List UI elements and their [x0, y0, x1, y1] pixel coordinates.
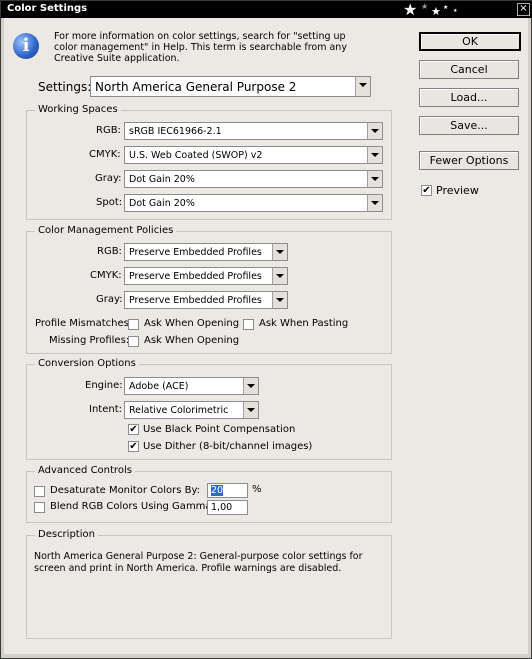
description-title: Description — [35, 529, 98, 540]
intent-value: Relative Colorimetric — [129, 405, 229, 416]
ws-rgb-select[interactable]: sRGB IEC61966-2.1 — [124, 122, 383, 140]
dither-label: Use Dither (8-bit/channel images) — [143, 441, 313, 452]
window-title: Color Settings — [7, 3, 88, 14]
cancel-button[interactable]: Cancel — [419, 60, 519, 79]
settings-value: North America General Purpose 2 — [95, 80, 297, 94]
fewer-options-button[interactable]: Fewer Options — [419, 151, 519, 170]
desaturate-checkbox[interactable] — [34, 486, 45, 497]
working-spaces-title: Working Spaces — [35, 104, 121, 115]
blend-input[interactable]: 1,00 — [207, 500, 248, 515]
color-settings-window: Color Settings ★ ★ ★ ★ ★ × i For more in… — [0, 0, 532, 659]
pol-gray-label: Gray: — [96, 294, 123, 305]
policies-title: Color Management Policies — [35, 225, 177, 236]
missing-ask-opening-label: Ask When Opening — [144, 335, 240, 346]
star-icon: ★ — [431, 5, 441, 18]
ws-cmyk-select[interactable]: U.S. Web Coated (SWOP) v2 — [124, 146, 383, 164]
settings-label: Settings: — [38, 80, 92, 94]
chevron-down-icon[interactable] — [243, 402, 258, 418]
pol-gray-value: Preserve Embedded Profiles — [129, 295, 262, 306]
description-text: North America General Purpose 2: General… — [34, 551, 363, 574]
star-icon: ★ — [453, 8, 458, 14]
ws-gray-label: Gray: — [95, 173, 122, 184]
chevron-down-icon[interactable] — [272, 268, 287, 284]
ask-opening-label: Ask When Opening — [144, 318, 240, 329]
ws-spot-value: Dot Gain 20% — [129, 198, 195, 209]
chevron-down-icon[interactable] — [355, 77, 370, 96]
missing-label: Missing Profiles: — [49, 335, 130, 346]
conversion-title: Conversion Options — [35, 358, 139, 369]
chevron-down-icon[interactable] — [272, 244, 287, 260]
pol-cmyk-value: Preserve Embedded Profiles — [129, 271, 262, 282]
ws-cmyk-label: CMYK: — [89, 149, 121, 160]
chevron-down-icon[interactable] — [367, 171, 382, 187]
pol-cmyk-label: CMYK: — [90, 270, 122, 281]
star-icon: ★ — [443, 4, 449, 11]
chevron-down-icon[interactable] — [243, 378, 258, 394]
pol-cmyk-select[interactable]: Preserve Embedded Profiles — [124, 267, 288, 285]
pol-gray-select[interactable]: Preserve Embedded Profiles — [124, 291, 288, 309]
ask-opening-checkbox[interactable] — [128, 319, 139, 330]
preview-label: Preview — [436, 184, 479, 197]
intent-label: Intent: — [89, 404, 122, 415]
mismatch-label: Profile Mismatches: — [35, 318, 133, 329]
ws-gray-select[interactable]: Dot Gain 20% — [124, 170, 383, 188]
desaturate-value: 20 — [211, 485, 224, 496]
ws-spot-select[interactable]: Dot Gain 20% — [124, 194, 383, 212]
ws-rgb-label: RGB: — [96, 125, 121, 136]
dither-checkbox[interactable]: ✔ — [128, 441, 139, 452]
intent-select[interactable]: Relative Colorimetric — [124, 401, 259, 419]
engine-label: Engine: — [85, 380, 123, 391]
chevron-down-icon[interactable] — [367, 195, 382, 211]
blend-label: Blend RGB Colors Using Gamma: — [50, 501, 215, 512]
desaturate-input[interactable]: 20 — [207, 483, 248, 498]
info-icon: i — [13, 33, 39, 59]
ok-button[interactable]: OK — [419, 32, 521, 51]
pol-rgb-label: RGB: — [97, 246, 122, 257]
info-text: For more information on color settings, … — [54, 31, 347, 64]
chevron-down-icon[interactable] — [367, 123, 382, 139]
title-bar[interactable]: Color Settings ★ ★ ★ ★ ★ × — [1, 0, 532, 19]
blend-checkbox[interactable] — [34, 502, 45, 513]
blend-value: 1,00 — [211, 502, 233, 513]
engine-value: Adobe (ACE) — [129, 381, 189, 392]
ws-spot-label: Spot: — [96, 197, 123, 208]
bpc-label: Use Black Point Compensation — [143, 424, 296, 435]
load-button[interactable]: Load... — [419, 88, 519, 107]
stars-decoration: ★ ★ ★ ★ ★ — [401, 0, 491, 19]
engine-select[interactable]: Adobe (ACE) — [124, 377, 259, 395]
chevron-down-icon[interactable] — [272, 292, 287, 308]
ws-gray-value: Dot Gain 20% — [129, 174, 195, 185]
percent-label: % — [252, 484, 262, 495]
ws-cmyk-value: U.S. Web Coated (SWOP) v2 — [129, 150, 263, 161]
pol-rgb-select[interactable]: Preserve Embedded Profiles — [124, 243, 288, 261]
star-icon: ★ — [403, 0, 418, 19]
save-button[interactable]: Save... — [419, 116, 519, 135]
dialog-body: i For more information on color settings… — [4, 18, 528, 654]
desaturate-label: Desaturate Monitor Colors By: — [50, 485, 201, 496]
missing-ask-opening-checkbox[interactable] — [128, 336, 139, 347]
close-icon[interactable]: × — [517, 3, 530, 16]
pol-rgb-value: Preserve Embedded Profiles — [129, 247, 262, 258]
star-icon: ★ — [421, 2, 429, 11]
preview-checkbox[interactable]: ✔ — [421, 185, 432, 196]
bpc-checkbox[interactable]: ✔ — [128, 424, 139, 435]
chevron-down-icon[interactable] — [367, 147, 382, 163]
ask-pasting-label: Ask When Pasting — [259, 318, 349, 329]
settings-select[interactable]: North America General Purpose 2 — [90, 76, 371, 97]
ask-pasting-checkbox[interactable] — [243, 319, 254, 330]
advanced-title: Advanced Controls — [35, 465, 135, 476]
ws-rgb-value: sRGB IEC61966-2.1 — [129, 126, 222, 137]
